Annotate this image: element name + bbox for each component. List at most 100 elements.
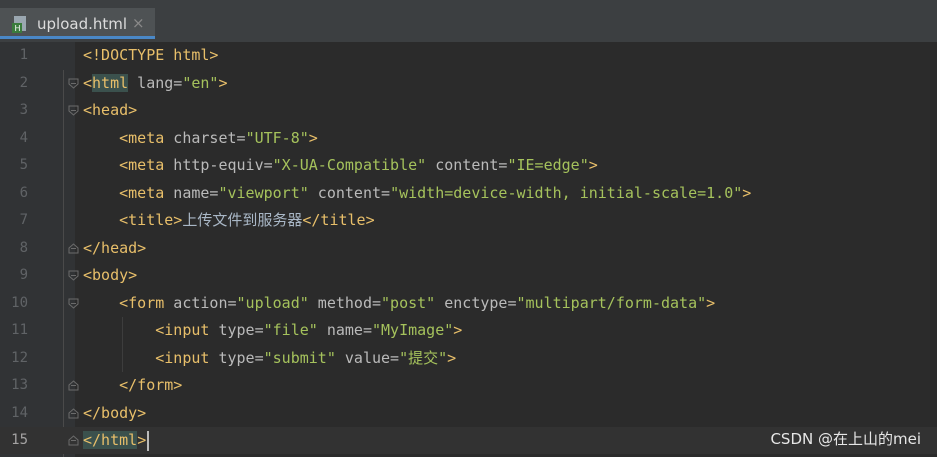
fold-marker-icon[interactable] — [68, 298, 79, 309]
code-line[interactable]: 1 <!DOCTYPE html> — [0, 42, 937, 69]
code-line[interactable]: 4 <meta charset="UTF-8"> — [0, 125, 937, 152]
code-token: "viewport" — [218, 183, 309, 202]
html-file-icon: H — [12, 16, 26, 33]
line-number: 11 — [11, 322, 28, 338]
code-line[interactable]: 9 <body> — [0, 262, 937, 289]
line-number: 7 — [19, 212, 28, 228]
line-number: 14 — [11, 404, 28, 421]
code-token: value= — [335, 348, 400, 367]
code-token: enctype= — [435, 293, 517, 312]
fold-marker-icon[interactable] — [68, 270, 79, 281]
code-token: "multipart/form-data" — [516, 293, 707, 312]
fold-marker-icon[interactable] — [68, 242, 79, 254]
code-token: "UTF-8" — [245, 128, 309, 147]
code-text: <input type="submit" value="提交"> — [83, 345, 456, 372]
code-text: </body> — [83, 400, 146, 427]
code-line[interactable]: 3 <head> — [0, 97, 937, 124]
code-token: name= — [164, 183, 219, 202]
code-token: > — [137, 431, 147, 449]
code-token: > — [447, 348, 457, 367]
code-line[interactable]: 8 </head> — [0, 235, 937, 262]
code-line[interactable]: 2 <html lang="en"> — [0, 70, 937, 97]
code-token: <meta — [119, 128, 165, 147]
fold-marker-icon[interactable] — [68, 78, 79, 89]
code-token: <!DOCTYPE html> — [83, 46, 219, 64]
code-line[interactable]: 10 <form action="upload" method="post" e… — [0, 290, 937, 317]
code-token: > — [308, 128, 318, 147]
code-token: <input — [155, 348, 210, 367]
code-token: html — [92, 73, 129, 92]
tab-close-button[interactable]: × — [132, 14, 145, 32]
line-number: 5 — [19, 157, 28, 173]
code-token: < — [83, 73, 93, 92]
line-number: 10 — [11, 294, 28, 311]
tab-bar: H upload.html × — [0, 0, 937, 42]
code-token: 上传文件到服务器 — [182, 211, 303, 229]
fold-marker-icon[interactable] — [68, 105, 79, 116]
line-number: 8 — [19, 239, 28, 256]
code-token: "upload" — [236, 293, 309, 312]
code-token: > — [453, 321, 463, 339]
code-token: > — [588, 156, 598, 174]
code-token: "IE=edge" — [507, 156, 589, 174]
code-text: <html lang="en"> — [83, 70, 228, 97]
code-token: </title> — [302, 211, 375, 229]
code-token: <meta — [119, 156, 165, 174]
code-token: </head> — [83, 238, 147, 257]
code-text: </form> — [83, 372, 182, 399]
code-text: <form action="upload" method="post" enct… — [83, 290, 715, 317]
code-token: type= — [209, 321, 264, 339]
code-line[interactable]: 5 <meta http-equiv="X-UA-Compatible" con… — [0, 152, 937, 179]
line-number: 15 — [11, 432, 28, 448]
code-token: </body> — [83, 403, 147, 422]
line-number: 6 — [19, 184, 28, 201]
code-token: content= — [426, 156, 508, 174]
code-token: method= — [308, 293, 382, 312]
code-token: "X-UA-Compatible" — [272, 156, 427, 174]
code-line[interactable]: 13 </form> — [0, 372, 937, 399]
line-number: 4 — [19, 129, 28, 146]
fold-marker-icon[interactable] — [68, 380, 79, 391]
code-token: <form — [119, 293, 165, 312]
code-token: "file" — [263, 321, 318, 339]
line-number: 3 — [19, 102, 28, 118]
code-text: <input type="file" name="MyImage"> — [83, 317, 462, 344]
code-token: charset= — [164, 128, 246, 147]
tab-title: upload.html — [37, 15, 128, 33]
code-token: http-equiv= — [164, 156, 273, 174]
code-line[interactable]: 14 </body> — [0, 400, 937, 427]
code-line[interactable]: 12 <input type="submit" value="提交"> — [0, 345, 937, 372]
tab-upload-html[interactable]: H upload.html × — [0, 8, 155, 39]
code-token: > — [706, 293, 716, 312]
code-token: <body> — [83, 266, 138, 284]
code-token: > — [218, 73, 228, 92]
code-token: "MyImage" — [372, 321, 454, 339]
code-text: <meta http-equiv="X-UA-Compatible" conte… — [83, 152, 598, 179]
fold-marker-icon[interactable] — [68, 435, 79, 446]
indent-guide — [122, 317, 123, 372]
code-text: <body> — [83, 262, 137, 289]
svg-text:H: H — [15, 24, 21, 33]
code-token: "submit" — [263, 348, 336, 367]
code-token: "width=device-width, initial-scale=1.0" — [390, 183, 743, 202]
code-text: <head> — [83, 97, 137, 124]
fold-marker-icon[interactable] — [68, 407, 79, 419]
line-number: 12 — [11, 349, 28, 366]
code-line[interactable]: 11 <input type="file" name="MyImage"> — [0, 317, 937, 344]
code-text: <meta charset="UTF-8"> — [83, 125, 318, 152]
code-token: <title> — [119, 211, 183, 229]
code-text: <!DOCTYPE html> — [83, 42, 218, 69]
code-token: "en" — [182, 73, 219, 92]
code-token: <head> — [83, 101, 138, 119]
code-line[interactable]: 7 <title>上传文件到服务器</title> — [0, 207, 937, 234]
code-token: name= — [317, 321, 372, 339]
code-token: </form> — [119, 376, 183, 394]
line-number: 1 — [19, 47, 28, 63]
code-line[interactable]: 6 <meta name="viewport" content="width=d… — [0, 180, 937, 207]
